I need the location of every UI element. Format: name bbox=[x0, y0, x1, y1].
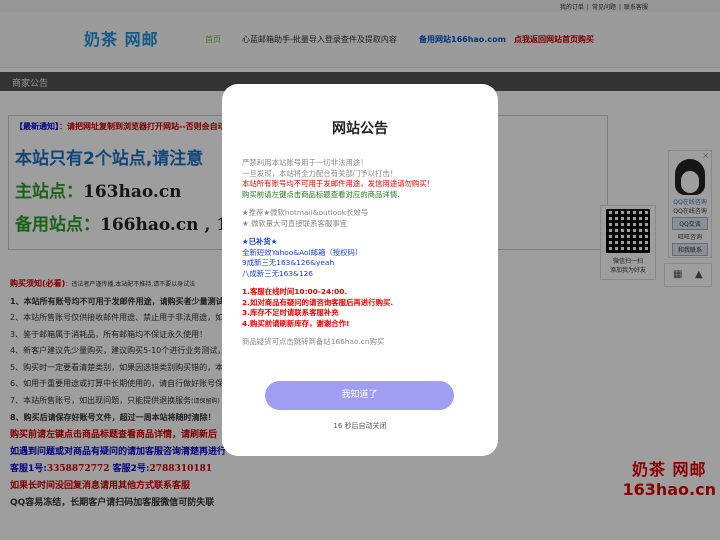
dialog-line: ★.微软量大可直接联系客服事宜 bbox=[242, 218, 348, 228]
dialog-line: 2.如对商品有疑问的请咨询客服后再进行购买. bbox=[242, 297, 394, 307]
dialog-line: 严禁利用本站账号用于一切非法用途！ bbox=[242, 158, 368, 167]
dialog-line: ★推荐★微软hotmail&outlook长效号 bbox=[242, 208, 369, 217]
announcement-dialog: 网站公告 严禁利用本站账号用于一切非法用途！ 一旦发现，本站将全力配合有关部门予… bbox=[222, 84, 498, 456]
dialog-line: 全新短效Yahoo&Aol邮箱（授权码） bbox=[242, 247, 363, 257]
dialog-line: ★已补货★ bbox=[242, 237, 278, 246]
dialog-title: 网站公告 bbox=[332, 121, 388, 137]
dialog-line: 一旦发现，本站将全力配合有关部门予以打击！ bbox=[242, 168, 398, 178]
dialog-line: 商品疑货可点击跳转到备站166hao.cn购买 bbox=[242, 337, 385, 346]
dialog-body: 严禁利用本站账号用于一切非法用途！ 一旦发现，本站将全力配合有关部门予以打击！ … bbox=[242, 158, 482, 348]
dialog-line: 3.库存不足时请联系客服补充 bbox=[242, 308, 339, 317]
dialog-line: 4.购买前请刷新库存，谢谢合作! bbox=[242, 318, 350, 328]
dialog-line: 购买前请左键点击商品标题查看对应的商品详情. bbox=[242, 189, 400, 199]
acknowledge-button[interactable]: 我知道了 bbox=[265, 381, 454, 410]
dialog-line: 八成新三无163&126 bbox=[242, 268, 313, 278]
dialog-line: 本站所有账号均不可用于发邮件用途，发信用途请勿购买！ bbox=[242, 179, 435, 188]
auto-close-countdown: 16 秒后自动关闭 bbox=[333, 422, 387, 430]
dialog-line: 1.客服在线时间10:00-24:00. bbox=[242, 287, 348, 296]
dialog-line: 9成新三无163&126&yeah bbox=[242, 258, 335, 267]
